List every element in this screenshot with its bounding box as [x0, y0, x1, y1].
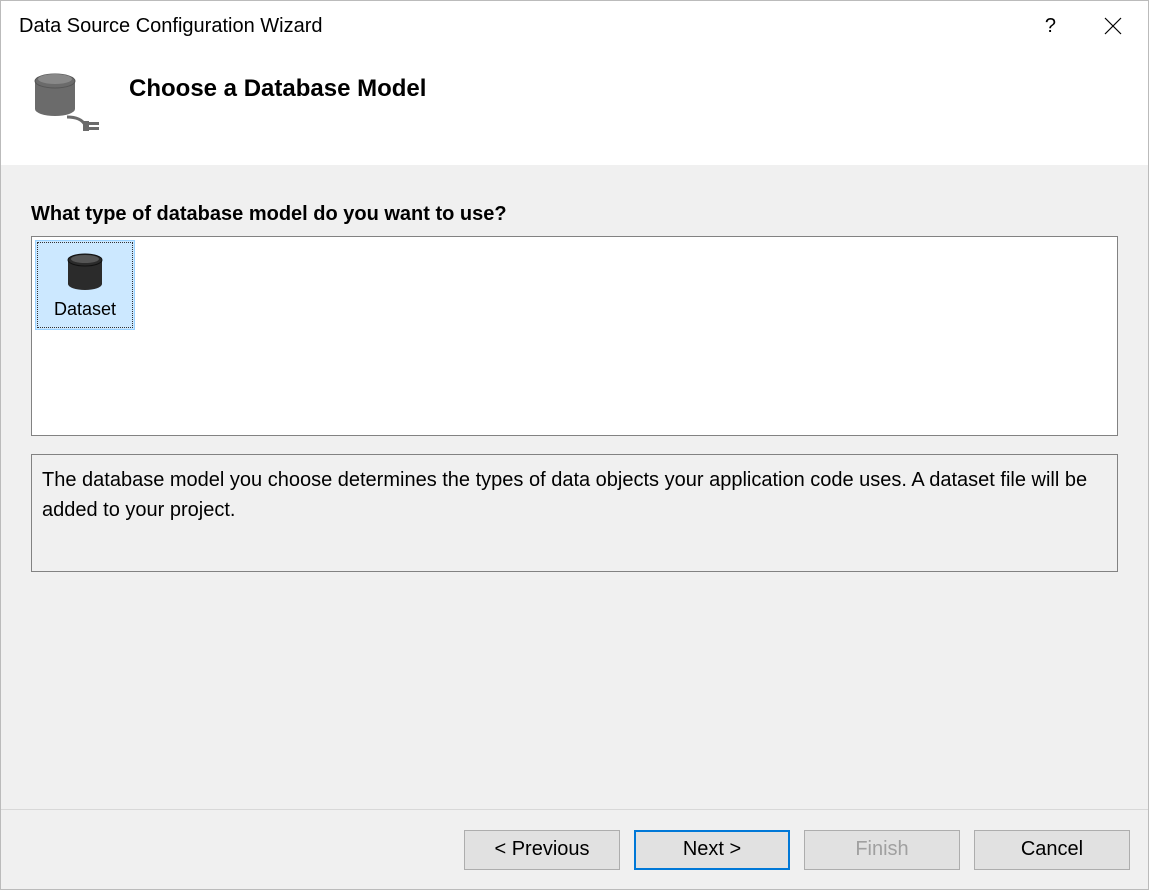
previous-button[interactable]: < Previous	[464, 830, 620, 870]
button-bar: < Previous Next > Finish Cancel	[1, 809, 1148, 889]
help-icon[interactable]: ?	[1037, 11, 1064, 42]
finish-button[interactable]: Finish	[804, 830, 960, 870]
question-label: What type of database model do you want …	[31, 203, 1118, 226]
titlebar-controls: ?	[1037, 11, 1130, 42]
titlebar: Data Source Configuration Wizard ?	[1, 1, 1148, 51]
dataset-icon	[64, 251, 106, 293]
content-area: What type of database model do you want …	[1, 165, 1148, 809]
option-label: Dataset	[54, 299, 116, 320]
page-title: Choose a Database Model	[129, 69, 426, 103]
cancel-button[interactable]: Cancel	[974, 830, 1130, 870]
database-wizard-icon	[29, 69, 101, 141]
window-title: Data Source Configuration Wizard	[19, 15, 1037, 38]
description-text: The database model you choose determines…	[31, 454, 1118, 572]
wizard-header: Choose a Database Model	[1, 51, 1148, 165]
model-options-list[interactable]: Dataset	[31, 236, 1118, 436]
next-button[interactable]: Next >	[634, 830, 790, 870]
option-dataset[interactable]: Dataset	[35, 240, 135, 330]
close-icon[interactable]	[1096, 13, 1130, 39]
